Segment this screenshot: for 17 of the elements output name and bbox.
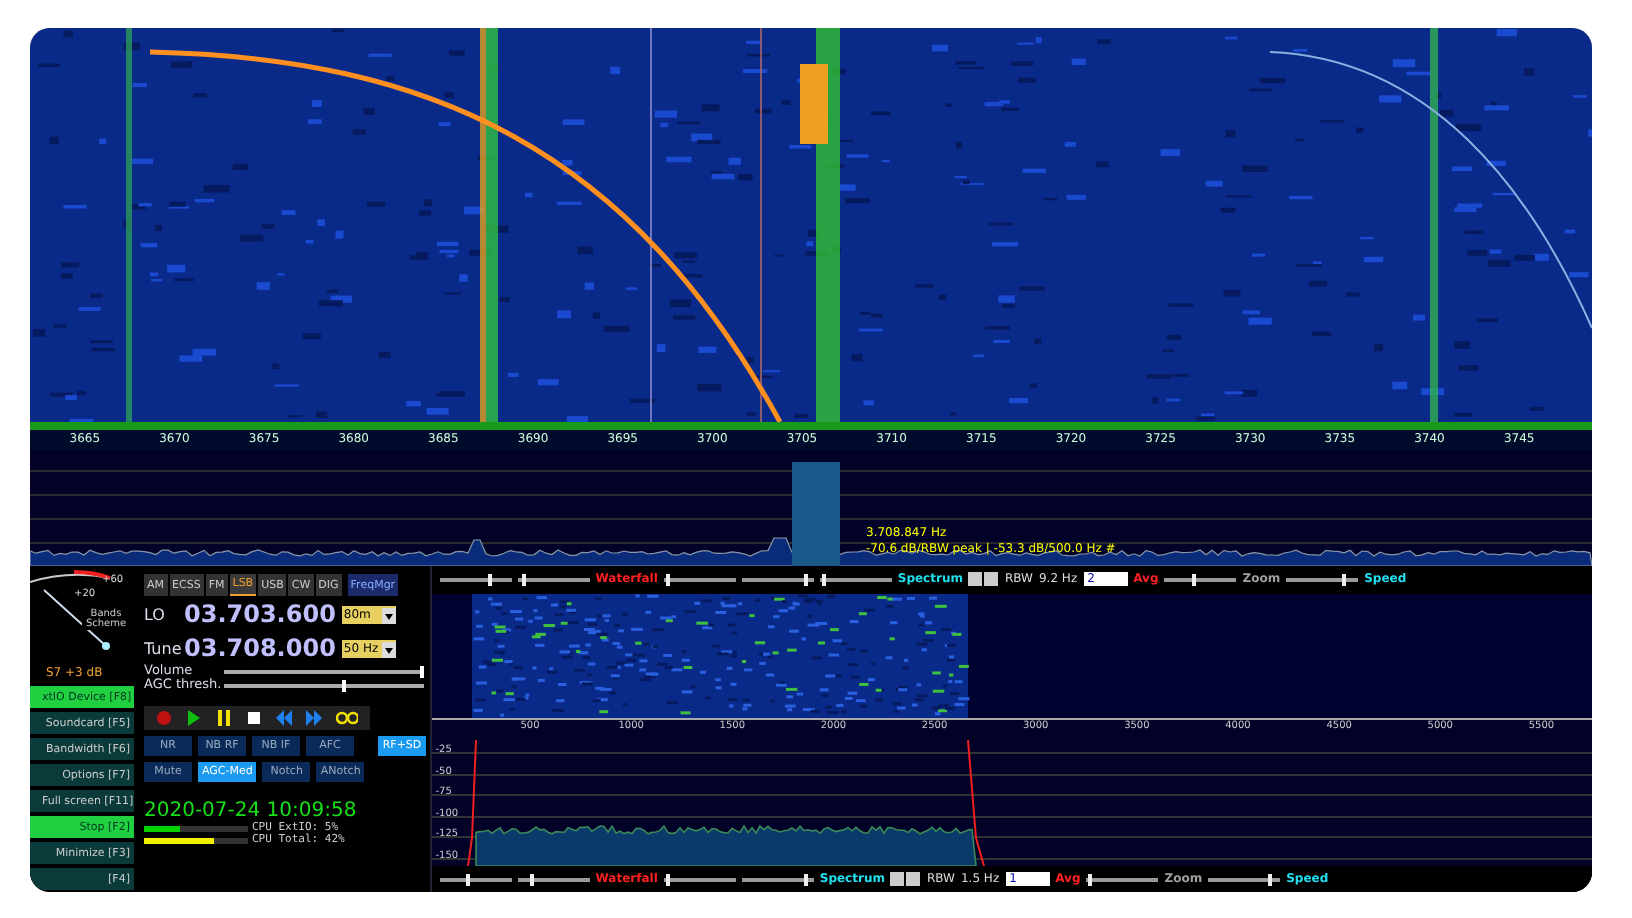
caret-icon <box>381 641 396 657</box>
record-icon[interactable] <box>156 710 172 726</box>
loop-icon[interactable] <box>336 710 358 726</box>
rewind-icon[interactable] <box>276 710 292 726</box>
date-time: 2020-07-24 10:09:58 <box>144 800 357 822</box>
stop-icon[interactable] <box>246 710 262 726</box>
frequency-label: Tune <box>144 640 184 658</box>
caret-icon <box>381 607 396 623</box>
tune-frequency[interactable]: 03.708.000 <box>184 634 336 664</box>
pause-icon[interactable] <box>216 710 232 726</box>
lo-frequency[interactable]: 03.703.600 <box>184 600 336 630</box>
play-icon[interactable] <box>186 710 202 726</box>
stepper-control[interactable] <box>890 872 921 886</box>
frequency-label: LO <box>144 606 167 624</box>
passband-marker[interactable] <box>792 462 840 566</box>
fast-forward-icon[interactable] <box>306 710 322 726</box>
stepper-control[interactable] <box>968 572 999 586</box>
